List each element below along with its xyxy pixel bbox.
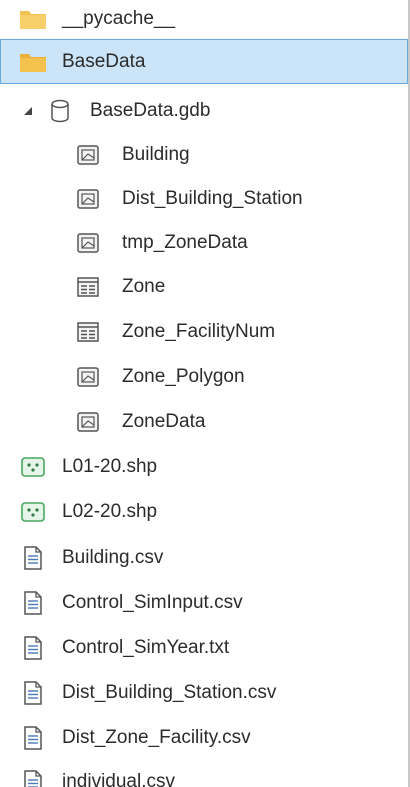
tree-item-individual-csv[interactable]: individual.csv xyxy=(0,759,408,787)
tree-item-zone-facilitynum-table[interactable]: Zone_FacilityNum xyxy=(0,309,408,354)
tree-item-building-csv[interactable]: Building.csv xyxy=(0,535,408,580)
feature-class-icon xyxy=(77,188,99,209)
folder-icon xyxy=(20,53,46,72)
tree-item-label: ZoneData xyxy=(122,410,206,432)
tree-item-label: Building xyxy=(122,143,190,165)
tree-item-zone-polygon-fc[interactable]: Zone_Polygon xyxy=(0,354,408,399)
tree-item-label: BaseData xyxy=(62,50,146,72)
point-shapefile-icon xyxy=(21,456,45,477)
tree-item-dist-building-station-csv[interactable]: Dist_Building_Station.csv xyxy=(0,670,408,715)
tree-item-label: Zone_FacilityNum xyxy=(122,320,276,342)
table-icon xyxy=(77,321,99,342)
tree-item-label: individual.csv xyxy=(62,770,175,787)
tree-item-tmp-zonedata-fc[interactable]: tmp_ZoneData xyxy=(0,220,408,265)
text-file-icon xyxy=(24,635,42,660)
tree-item-control-siminput-csv[interactable]: Control_SimInput.csv xyxy=(0,580,408,625)
tree-item-label: Control_SimYear.txt xyxy=(62,636,230,658)
tree-item-label: tmp_ZoneData xyxy=(122,231,248,253)
tree-item-building-fc[interactable]: Building xyxy=(0,132,408,177)
tree-item-label: __pycache__ xyxy=(62,7,176,29)
tree-item-label: Dist_Building_Station.csv xyxy=(62,681,277,703)
tree-item-l02-20-shp[interactable]: L02-20.shp xyxy=(0,489,408,534)
point-shapefile-icon xyxy=(21,501,45,522)
catalog-tree-pane: __pycache__ BaseData BaseData.gdb Buildi… xyxy=(0,0,410,787)
tree-item-basedata-folder[interactable]: BaseData xyxy=(0,39,408,84)
text-file-icon xyxy=(24,680,42,705)
tree-item-pycache[interactable]: __pycache__ xyxy=(0,0,408,41)
feature-class-icon xyxy=(77,411,99,432)
tree-item-l01-20-shp[interactable]: L01-20.shp xyxy=(0,444,408,489)
text-file-icon xyxy=(24,545,42,570)
folder-icon xyxy=(20,10,46,29)
tree-item-control-simyear-txt[interactable]: Control_SimYear.txt xyxy=(0,625,408,670)
tree-item-dist-zone-facility-csv[interactable]: Dist_Zone_Facility.csv xyxy=(0,715,408,760)
feature-class-icon xyxy=(77,232,99,253)
expand-collapse-icon[interactable] xyxy=(22,105,34,117)
tree-item-zone-table[interactable]: Zone xyxy=(0,264,408,309)
text-file-icon xyxy=(24,769,42,787)
tree-item-basedata-gdb[interactable]: BaseData.gdb xyxy=(0,88,408,133)
tree-item-label: L02-20.shp xyxy=(62,500,158,522)
tree-item-label: Zone_Polygon xyxy=(122,365,245,387)
tree-item-label: BaseData.gdb xyxy=(90,99,211,121)
text-file-icon xyxy=(24,590,42,615)
tree-item-label: Control_SimInput.csv xyxy=(62,591,243,613)
feature-class-icon xyxy=(77,144,99,165)
tree-item-label: Zone xyxy=(122,275,166,297)
tree-item-label: Dist_Building_Station xyxy=(122,187,303,209)
tree-item-label: L01-20.shp xyxy=(62,455,158,477)
tree-item-zonedata-fc[interactable]: ZoneData xyxy=(0,399,408,444)
tree-item-dist-building-station-fc[interactable]: Dist_Building_Station xyxy=(0,176,408,221)
table-icon xyxy=(77,276,99,297)
feature-class-icon xyxy=(77,366,99,387)
tree-item-label: Building.csv xyxy=(62,546,164,568)
geodatabase-icon xyxy=(51,99,69,122)
text-file-icon xyxy=(24,725,42,750)
tree-item-label: Dist_Zone_Facility.csv xyxy=(62,726,251,748)
